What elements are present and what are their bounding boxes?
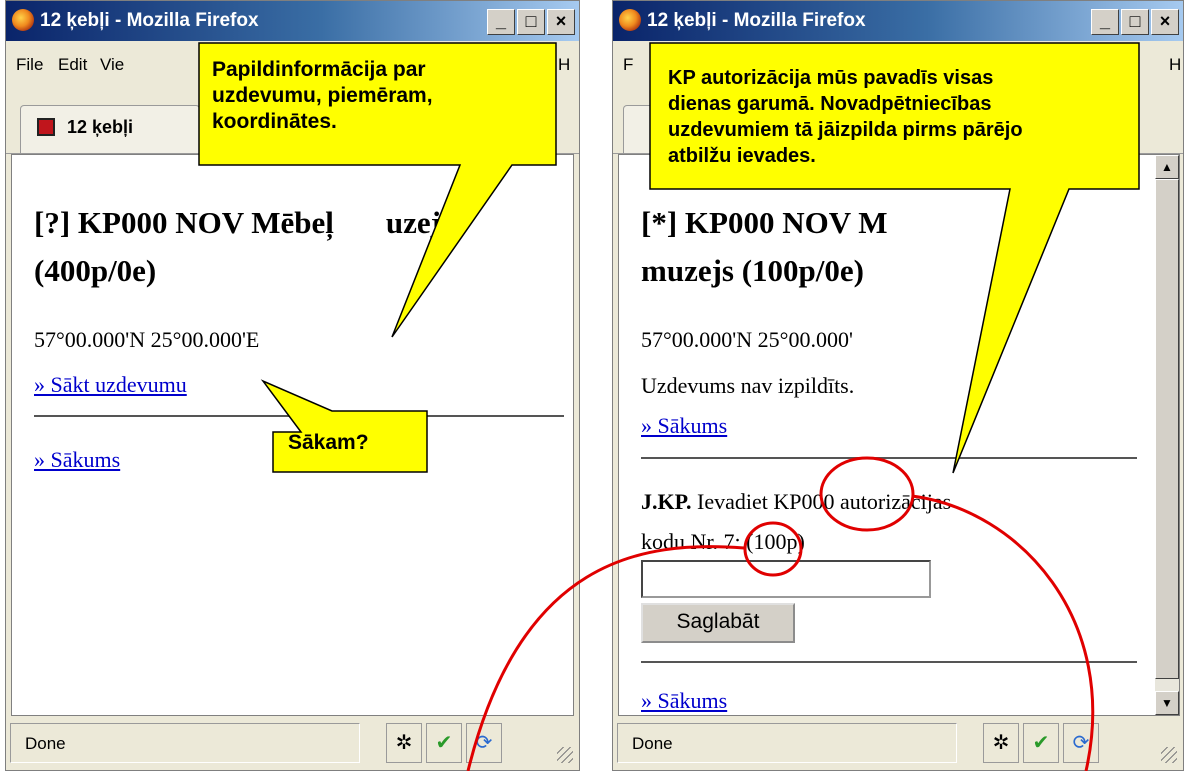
home-link[interactable]: » Sākums xyxy=(34,447,120,473)
auth-code-input[interactable] xyxy=(641,560,931,598)
task-heading: [?] KP000 NOV Mēbeļ uzejs xyxy=(34,205,454,240)
status-text: Done xyxy=(10,723,360,763)
status-bar: Done ✲ ✔ ⟳ xyxy=(6,719,579,769)
bug-icon[interactable]: ✲ xyxy=(386,723,422,763)
divider xyxy=(641,661,1137,663)
scroll-down-icon[interactable]: ▼ xyxy=(1155,691,1179,715)
firefox-icon xyxy=(12,9,34,31)
vertical-scrollbar[interactable]: ▲ ▼ xyxy=(1155,155,1179,715)
auth-text: Ievadiet KP000 autorizācijas xyxy=(697,489,952,514)
home-link-bottom[interactable]: » Sākums xyxy=(641,688,727,714)
auth-prompt: J.KP. Ievadiet KP000 autorizācijas xyxy=(641,489,951,515)
task-heading-line2: muzejs (100p/0e) xyxy=(641,253,864,288)
coordinates: 57°00.000'N 25°00.000'E xyxy=(34,327,260,352)
minimize-button[interactable]: _ xyxy=(1091,9,1119,35)
resize-grip-icon[interactable] xyxy=(557,747,573,763)
task-status: Uzdevums nav izpildīts. xyxy=(641,373,855,398)
start-callout-text: Sākam? xyxy=(288,431,369,454)
menu-file[interactable]: F xyxy=(623,55,633,75)
auth-callout-text: KP autorizācija mūs pavadīs visas dienas… xyxy=(668,67,1023,167)
menu-help[interactable]: H xyxy=(1169,55,1181,75)
scroll-up-icon[interactable]: ▲ xyxy=(1155,155,1179,179)
site-favicon-icon xyxy=(37,118,55,136)
page-content: [*] KP000 NOV M muzejs (100p/0e) 57°00.0… xyxy=(618,154,1180,716)
task-heading-line2: (400p/0e) xyxy=(34,253,157,288)
scroll-thumb[interactable] xyxy=(1155,179,1179,679)
firefox-icon xyxy=(619,9,641,31)
menu-help[interactable]: H xyxy=(558,55,570,75)
tab-label: 12 ķebļi xyxy=(67,117,134,137)
title-bar[interactable]: 12 ķebļi - Mozilla Firefox _ □ × xyxy=(6,1,579,41)
check-icon[interactable]: ✔ xyxy=(1023,723,1059,763)
home-link[interactable]: » Sākums xyxy=(641,413,727,439)
check-icon[interactable]: ✔ xyxy=(426,723,462,763)
resize-grip-icon[interactable] xyxy=(1161,747,1177,763)
close-button[interactable]: × xyxy=(1151,9,1179,35)
sync-icon[interactable]: ⟳ xyxy=(1063,723,1099,763)
bug-icon[interactable]: ✲ xyxy=(983,723,1019,763)
coordinates: 57°00.000'N 25°00.000' xyxy=(641,327,853,352)
title-bar[interactable]: 12 ķebļi - Mozilla Firefox _ □ × xyxy=(613,1,1183,41)
start-task-link[interactable]: » Sākt uzdevumu xyxy=(34,372,187,398)
maximize-button[interactable]: □ xyxy=(517,9,545,35)
auth-label: J.KP. xyxy=(641,489,692,514)
status-text: Done xyxy=(617,723,957,763)
task-heading: [*] KP000 NOV M xyxy=(641,205,888,240)
auth-code-label: kodu Nr. 7: (100p) xyxy=(641,529,805,554)
save-button[interactable]: Saglabāt xyxy=(641,603,795,643)
status-bar: Done ✲ ✔ ⟳ xyxy=(613,719,1183,769)
minimize-button[interactable]: _ xyxy=(487,9,515,35)
window-title: 12 ķebļi - Mozilla Firefox xyxy=(647,10,866,31)
menu-file[interactable]: File xyxy=(16,55,43,75)
menu-edit[interactable]: Edit xyxy=(58,55,87,75)
divider xyxy=(34,415,564,417)
info-callout-text: Papildinformācija par uzdevumu, piemēram… xyxy=(212,58,433,133)
browser-tab[interactable]: 12 ķebļi xyxy=(20,105,200,153)
window-title: 12 ķebļi - Mozilla Firefox xyxy=(40,10,259,31)
maximize-button[interactable]: □ xyxy=(1121,9,1149,35)
sync-icon[interactable]: ⟳ xyxy=(466,723,502,763)
menu-view[interactable]: Vie xyxy=(100,55,124,75)
close-button[interactable]: × xyxy=(547,9,575,35)
divider xyxy=(641,457,1137,459)
